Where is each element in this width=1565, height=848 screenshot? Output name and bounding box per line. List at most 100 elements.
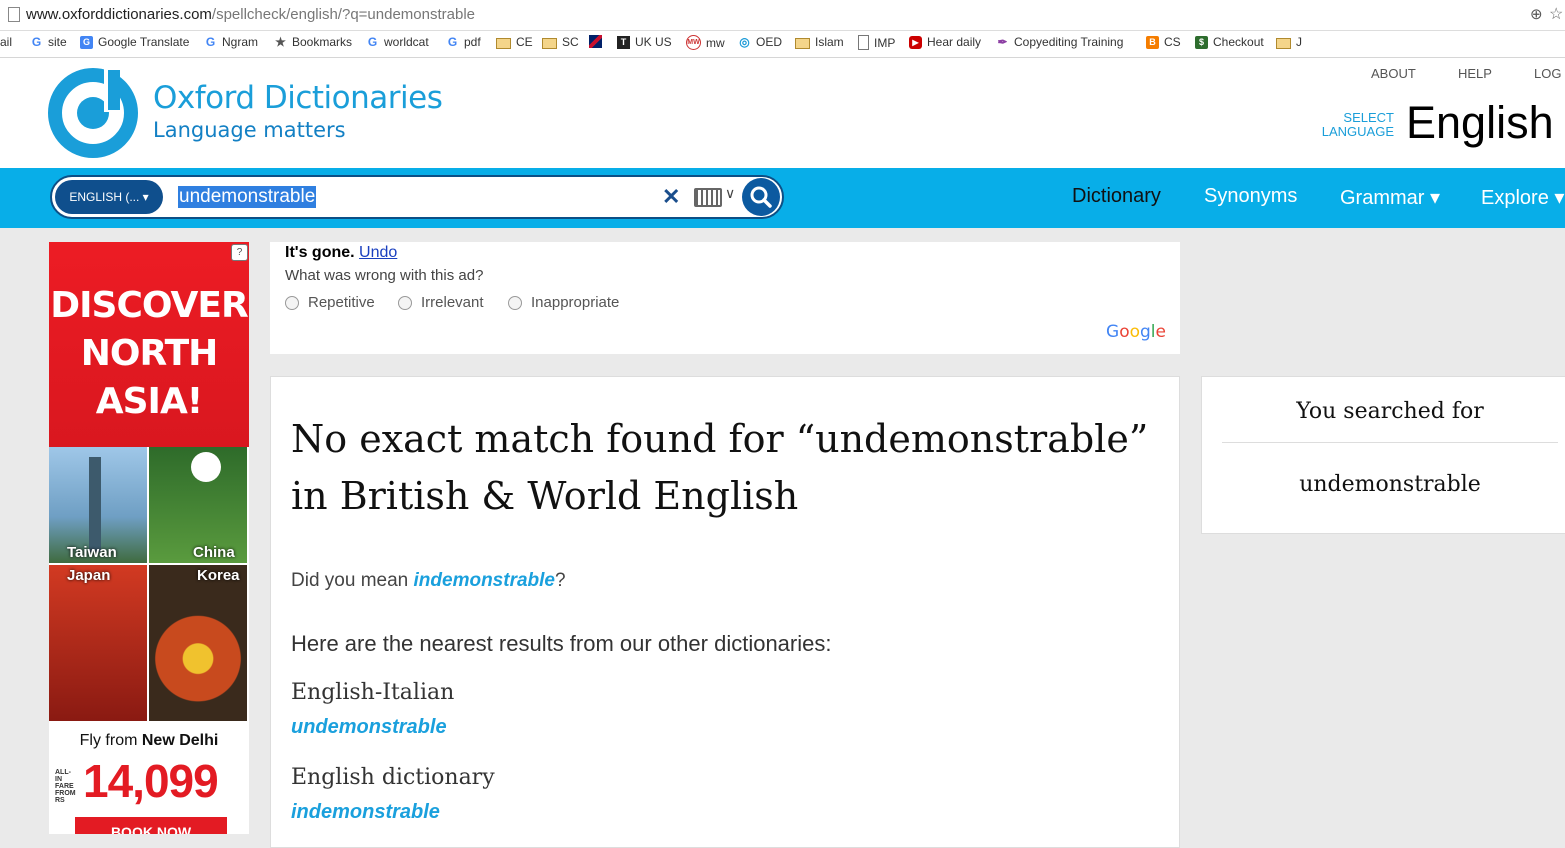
bookmark-copyediting[interactable]: ✒ Copyediting Training (996, 35, 1123, 49)
advertisement[interactable]: DISCOVER NORTH ASIA! ? Taiwan China Japa… (49, 242, 249, 834)
divider (1222, 442, 1558, 443)
ad-feedback-panel: It's gone. Undo What was wrong with this… (270, 242, 1180, 354)
bookmark-mail[interactable]: ail (0, 35, 12, 49)
mw-icon: MW (686, 35, 701, 50)
bookmark-sc[interactable]: SC (542, 35, 579, 49)
nav-dictionary[interactable]: Dictionary (1072, 185, 1161, 208)
bookmark-site[interactable]: Gsite (30, 35, 67, 49)
google-icon: G (447, 34, 458, 49)
ad-tile-china: China (149, 447, 247, 563)
uk-flag-icon (589, 35, 602, 48)
oxford-logo-icon[interactable] (48, 68, 138, 158)
radio-irrelevant[interactable]: Irrelevant (398, 294, 484, 311)
radio-icon (285, 295, 299, 310)
bookmark-star-icon[interactable]: ☆ (1549, 4, 1563, 24)
brand[interactable]: Oxford Dictionaries Language matters (153, 80, 443, 142)
bookmark-google-translate[interactable]: G Google Translate (80, 35, 189, 49)
bookmark-j[interactable]: J (1276, 35, 1302, 49)
ad-tile-japan: Japan (49, 565, 147, 721)
search-input[interactable]: undemonstrable (178, 186, 317, 208)
result-dictionary-name: English dictionary (291, 765, 495, 790)
searched-term: undemonstrable (1299, 472, 1481, 497)
result-word-link[interactable]: indemonstrable (291, 801, 440, 824)
language-selector[interactable]: English ∨ (1406, 96, 1565, 149)
search-box: ENGLISH (... ▾ undemonstrable ✕ ∨ (50, 175, 784, 219)
folder-icon (1276, 37, 1291, 49)
zoom-icon[interactable]: ⊕ (1530, 5, 1543, 23)
bookmark-uk-us[interactable]: T UK US (617, 35, 672, 49)
bookmark-pdf[interactable]: Gpdf (446, 35, 481, 49)
bookmark-cs[interactable]: B CS (1146, 35, 1181, 49)
oed-icon: ◎ (739, 34, 750, 49)
ad-fly-text: Fly from New Delhi (79, 732, 219, 749)
select-language-label: SELECT LANGUAGE (1321, 110, 1394, 139)
bookmarks-bar: ail Gsite G Google Translate G Ngram ★ Book… (0, 31, 1565, 58)
translate-icon: G (80, 35, 93, 49)
did-you-mean: Did you mean indemonstrable? (291, 570, 566, 591)
bookmark-worldcat[interactable]: Gworldcat (366, 35, 429, 49)
bookmark-flag[interactable] (589, 35, 607, 48)
blogger-icon: B (1146, 35, 1159, 49)
url-host: www.oxforddictionaries.com (26, 6, 212, 23)
searched-for-panel: You searched for undemonstrable (1201, 376, 1565, 534)
about-link[interactable]: ABOUT (1371, 66, 1416, 81)
bookmark-checkout[interactable]: $ Checkout (1195, 35, 1264, 49)
login-link[interactable]: LOG (1534, 66, 1561, 81)
nav-grammar[interactable]: Grammar ▾ (1340, 185, 1440, 210)
ad-gone-message: It's gone. Undo (285, 244, 398, 261)
youtube-icon: ▶ (909, 35, 922, 49)
site-header: Oxford Dictionaries Language matters ABO… (0, 58, 1565, 168)
address-bar[interactable]: www.oxforddictionaries.com/spellcheck/en… (0, 0, 1565, 31)
bookmark-oed[interactable]: ◎ OED (738, 35, 782, 49)
search-icon (750, 186, 772, 208)
clear-search-icon[interactable]: ✕ (662, 184, 680, 210)
google-icon: G (367, 34, 378, 49)
ad-tile-korea: Korea (149, 565, 247, 721)
bookmark-bookmarks[interactable]: ★ Bookmarks (274, 35, 352, 49)
folder-icon (795, 37, 810, 49)
folder-icon (496, 37, 511, 49)
nav-synonyms[interactable]: Synonyms (1204, 185, 1297, 208)
keyboard-icon[interactable] (694, 188, 722, 207)
ad-feedback-question: What was wrong with this ad? (285, 267, 484, 284)
ad-price: 14,099 (83, 755, 219, 807)
brand-name: Oxford Dictionaries (153, 80, 443, 116)
ad-book-now-button[interactable]: BOOK NOW (75, 817, 227, 834)
bag-icon: $ (1195, 35, 1208, 49)
nav-explore[interactable]: Explore ▾ (1481, 185, 1564, 210)
bookmark-imp[interactable]: IMP (858, 35, 895, 50)
url-path: /spellcheck/english/?q=undemonstrable (211, 6, 475, 23)
bookmark-ngram[interactable]: G Ngram (204, 35, 258, 49)
result-dictionary-name: English-Italian (291, 680, 455, 705)
google-icon: G (205, 34, 216, 49)
ad-fare-note: ALL-IN FARE FROM RS (55, 769, 76, 804)
undo-link[interactable]: Undo (359, 244, 397, 261)
chevron-down-icon[interactable]: ∨ (725, 185, 735, 202)
search-results-card: No exact match found for “undemonstrable… (270, 376, 1180, 848)
url-text[interactable]: www.oxforddictionaries.com/spellcheck/en… (26, 6, 475, 23)
main-nav: ENGLISH (... ▾ undemonstrable ✕ ∨ Dictio… (0, 168, 1565, 228)
bookmark-hear-daily[interactable]: ▶ Hear daily (909, 35, 981, 49)
radio-inappropriate[interactable]: Inappropriate (508, 294, 619, 311)
ad-choices-icon[interactable]: ? (231, 244, 248, 261)
bookmark-islam[interactable]: Islam (795, 35, 844, 49)
page-title: No exact match found for “undemonstrable… (291, 417, 1149, 518)
ad-headline: DISCOVER NORTH ASIA! (50, 285, 248, 422)
result-word-link[interactable]: undemonstrable (291, 716, 447, 739)
ad-banner: DISCOVER NORTH ASIA! (49, 242, 249, 447)
document-icon (858, 35, 869, 50)
nearest-results-heading: Here are the nearest results from our ot… (291, 631, 832, 656)
radio-repetitive[interactable]: Repetitive (285, 294, 375, 311)
suggestion-link[interactable]: indemonstrable (414, 570, 555, 591)
ad-tile-taiwan: Taiwan (49, 447, 147, 563)
page-icon (8, 7, 20, 22)
search-button[interactable] (742, 178, 780, 216)
search-language-dropdown[interactable]: ENGLISH (... ▾ (55, 180, 163, 214)
quill-icon: ✒ (997, 34, 1008, 49)
bookmark-ce[interactable]: CE (496, 35, 533, 49)
bookmark-mw[interactable]: MW mw (686, 35, 725, 50)
brand-tagline: Language matters (153, 118, 346, 142)
help-link[interactable]: HELP (1458, 66, 1492, 81)
google-logo: Google (1106, 322, 1166, 342)
radio-icon (398, 295, 412, 310)
